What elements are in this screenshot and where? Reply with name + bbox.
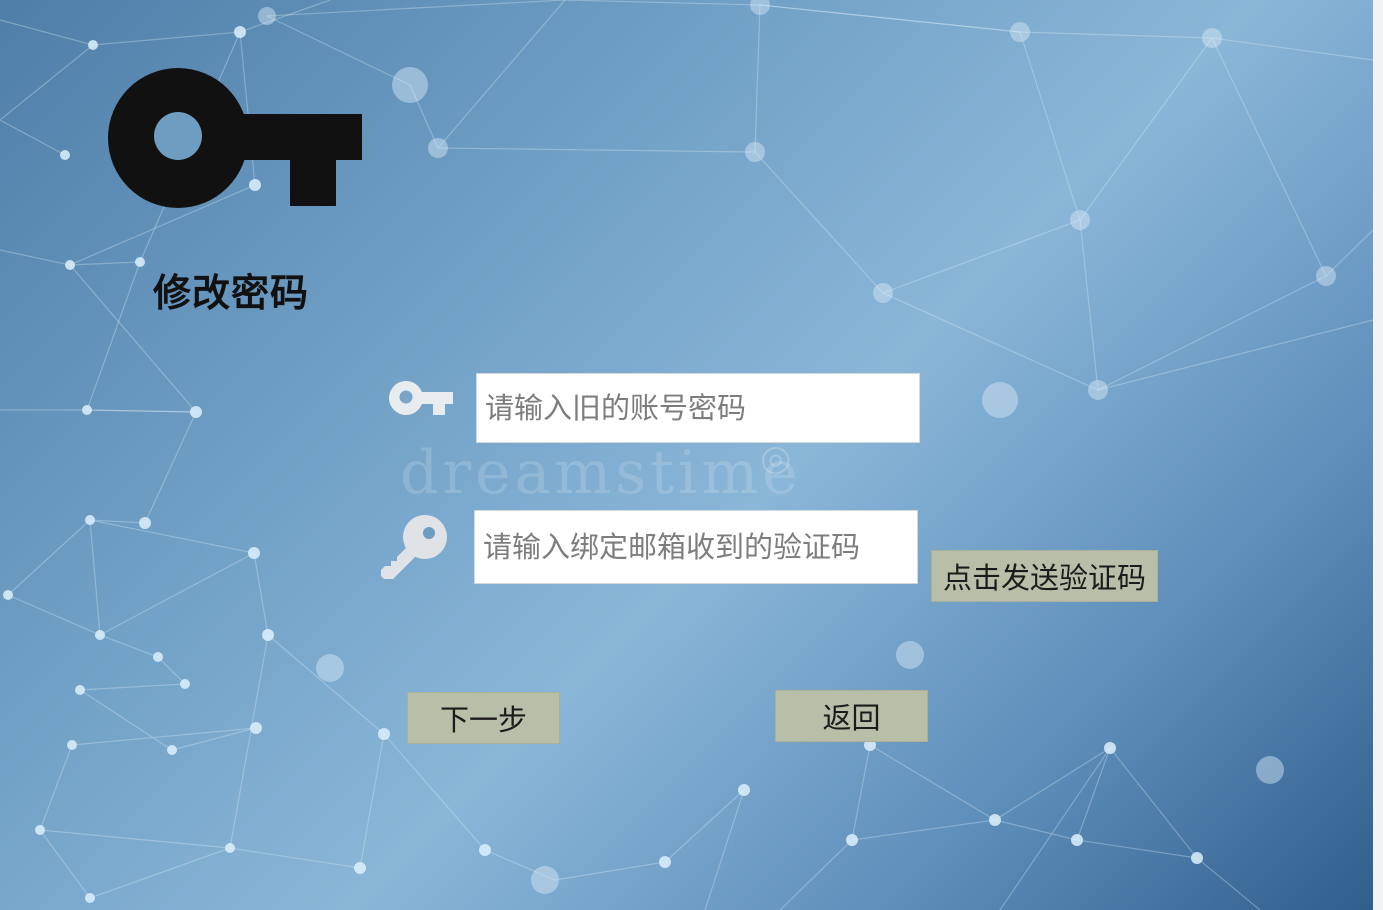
key-icon	[381, 515, 447, 579]
old-password-input[interactable]	[476, 373, 920, 443]
password-change-page: dreamstime ◎ 修改密码 点击发送验证码 下一步 返回	[0, 0, 1383, 910]
window-edge	[1373, 0, 1383, 910]
verification-code-input[interactable]	[474, 510, 918, 584]
page-title: 修改密码	[153, 271, 310, 315]
send-code-button[interactable]: 点击发送验证码	[931, 550, 1158, 602]
key-icon	[108, 68, 362, 208]
back-button[interactable]: 返回	[775, 690, 928, 742]
key-icon	[389, 381, 453, 415]
next-step-button[interactable]: 下一步	[407, 692, 560, 744]
